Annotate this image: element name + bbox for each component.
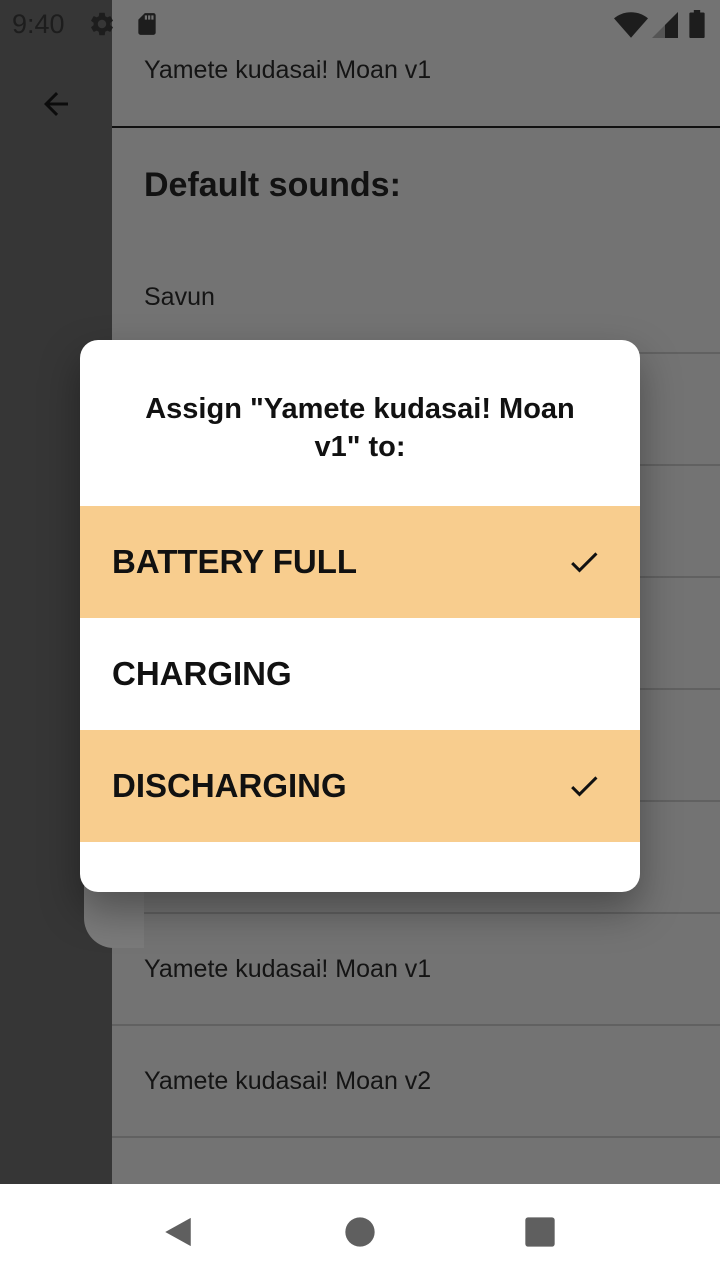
checkmark-icon (571, 776, 598, 797)
gear-icon (91, 12, 113, 36)
option-battery-full[interactable]: BATTERY FULL (80, 506, 640, 618)
signal-icon (652, 12, 678, 38)
back-arrow-button[interactable] (32, 80, 80, 128)
list-item[interactable]: Yamete kudasai! Moan v1 (112, 914, 720, 1026)
option-label: BATTERY FULL (112, 543, 358, 580)
home-icon (345, 1217, 375, 1247)
list-item[interactable]: Yamete kudasai! Moan v2 (112, 1026, 720, 1138)
status-time: 9:40 (12, 9, 65, 39)
option-label: DISCHARGING (112, 767, 347, 804)
sd-card-icon (138, 13, 156, 35)
list-item[interactable]: Savun (112, 242, 720, 354)
option-charging[interactable]: CHARGING (80, 618, 640, 730)
list-item-label: Yamete kudasai! Moan v1 (144, 954, 432, 983)
checkmark-icon (571, 552, 598, 573)
arrow-left-icon (44, 92, 68, 116)
screen: Yamete kudasai! Moan v1 Default sounds: … (0, 0, 720, 1280)
nav-recents-button[interactable] (508, 1200, 572, 1264)
wifi-icon (614, 12, 648, 38)
section-heading: Default sounds: (144, 166, 401, 204)
list-item-label: Yamete kudasai! Moan v1 (144, 56, 432, 84)
nav-home-button[interactable] (328, 1200, 392, 1264)
status-bar: 9:40 (0, 0, 720, 48)
recents-icon (525, 1217, 555, 1247)
nav-back-button[interactable] (146, 1200, 210, 1264)
dialog-title: Assign "Yamete kudasai! Moan v1" to: (145, 393, 575, 463)
battery-icon (689, 10, 705, 38)
list-item[interactable] (112, 1138, 720, 1184)
option-label: CHARGING (112, 655, 292, 692)
option-discharging[interactable]: DISCHARGING (80, 730, 640, 842)
list-item-label: Yamete kudasai! Moan v2 (144, 1066, 432, 1095)
list-item-label: Savun (144, 282, 215, 311)
back-icon (165, 1217, 191, 1247)
assign-dialog: Assign "Yamete kudasai! Moan v1" to: BAT… (80, 340, 640, 892)
system-nav-bar (0, 1184, 720, 1280)
